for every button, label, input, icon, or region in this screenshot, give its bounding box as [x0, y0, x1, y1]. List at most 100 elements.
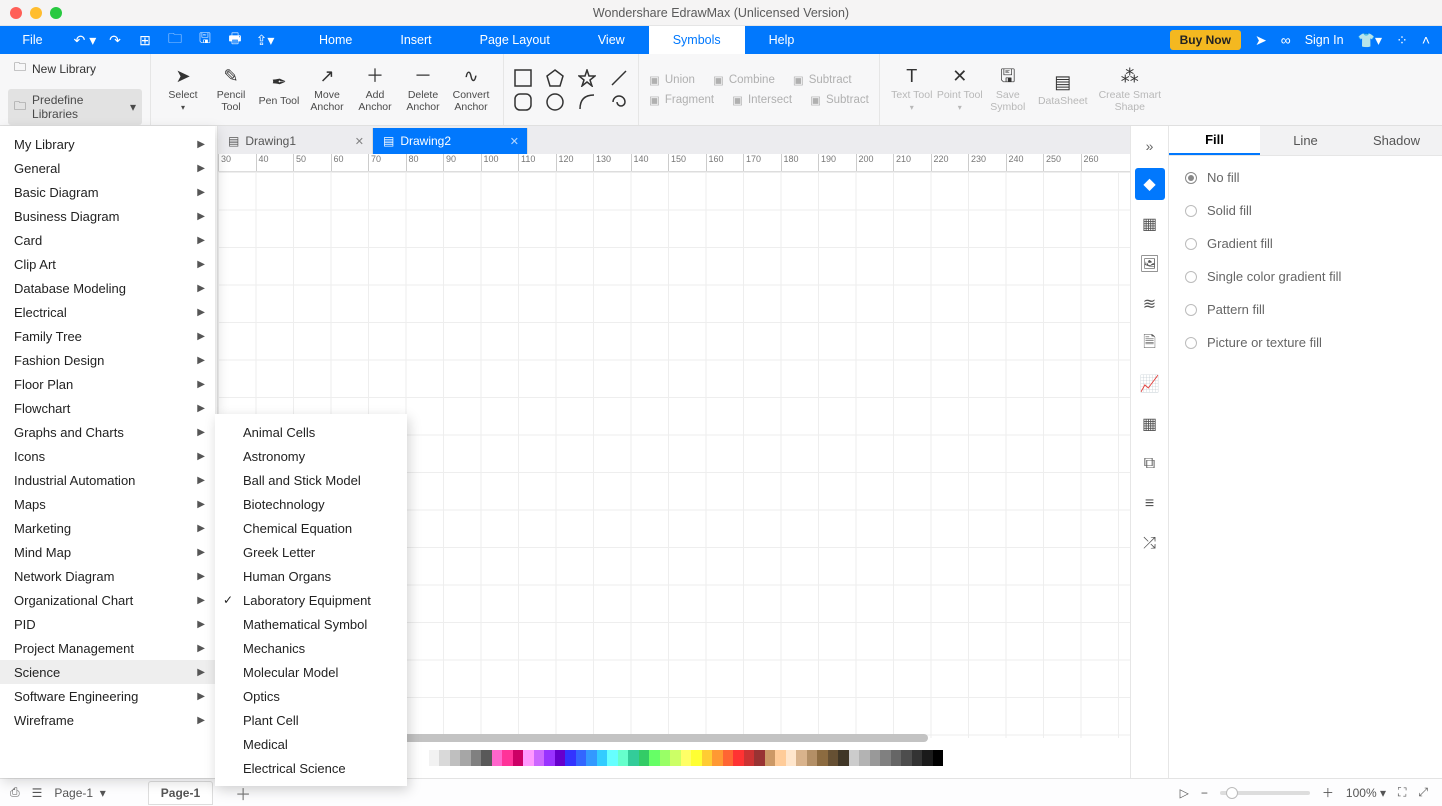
organization-tab-icon[interactable]: ⧉	[1135, 448, 1165, 480]
tab-page-layout[interactable]: Page Layout	[456, 26, 574, 54]
page-width-icon[interactable]: ⎙	[10, 785, 20, 800]
prop-tab-shadow[interactable]: Shadow	[1351, 126, 1442, 155]
prop-tab-line[interactable]: Line	[1260, 126, 1351, 155]
color-swatch[interactable]	[492, 750, 503, 766]
fullscreen-icon[interactable]: ⤢	[1418, 785, 1428, 800]
library-menu-item[interactable]: Science▶	[0, 660, 215, 684]
spiral-shape-icon[interactable]	[610, 93, 628, 111]
color-swatch[interactable]	[471, 750, 482, 766]
send-icon[interactable]: ➤	[1255, 32, 1267, 49]
close-tab-icon[interactable]: ✕	[510, 135, 519, 148]
tab-insert[interactable]: Insert	[376, 26, 455, 54]
library-menu-item[interactable]: PID▶	[0, 612, 215, 636]
library-menu-item[interactable]: Organizational Chart▶	[0, 588, 215, 612]
page-tab[interactable]: Page-1	[148, 781, 213, 805]
library-menu-item[interactable]: Network Diagram▶	[0, 564, 215, 588]
color-swatch[interactable]	[460, 750, 471, 766]
pen-tool[interactable]: ✒Pen Tool	[255, 58, 303, 121]
fill-style-tab-icon[interactable]: ◆	[1135, 168, 1165, 200]
pentagon-shape-icon[interactable]	[546, 69, 564, 87]
submenu-item[interactable]: Mathematical Symbol	[215, 612, 407, 636]
paragraph-tab-icon[interactable]: ≡	[1135, 488, 1165, 520]
submenu-item[interactable]: Molecular Model	[215, 660, 407, 684]
move-anchor-tool[interactable]: ↗Move Anchor	[303, 58, 351, 121]
submenu-item[interactable]: Greek Letter	[215, 540, 407, 564]
color-swatch[interactable]	[807, 750, 818, 766]
apps-icon[interactable]: ⁘	[1396, 32, 1408, 49]
image-tab-icon[interactable]: 🖼	[1135, 248, 1165, 280]
buy-now-button[interactable]: Buy Now	[1170, 30, 1241, 50]
star-shape-icon[interactable]	[578, 69, 596, 87]
zoom-value[interactable]: 100% ▾	[1346, 786, 1386, 800]
fill-option[interactable]: No fill	[1185, 170, 1426, 185]
color-swatch[interactable]	[513, 750, 524, 766]
submenu-item[interactable]: Chemical Equation	[215, 516, 407, 540]
tab-symbols[interactable]: Symbols	[649, 26, 745, 54]
intersect-button[interactable]: ▣ Intersect	[732, 93, 792, 107]
library-menu-item[interactable]: Mind Map▶	[0, 540, 215, 564]
tab-view[interactable]: View	[574, 26, 649, 54]
tab-home[interactable]: Home	[295, 26, 376, 54]
random-tab-icon[interactable]: ⤮	[1135, 528, 1165, 560]
color-swatch[interactable]	[639, 750, 650, 766]
submenu-item[interactable]: Animal Cells	[215, 420, 407, 444]
submenu-item[interactable]: Plant Cell	[215, 708, 407, 732]
color-swatch[interactable]	[733, 750, 744, 766]
color-swatch[interactable]	[849, 750, 860, 766]
library-menu-item[interactable]: Floor Plan▶	[0, 372, 215, 396]
table-tab-icon[interactable]: ▦	[1135, 408, 1165, 440]
save-symbol-button[interactable]: 🖫Save Symbol	[984, 58, 1032, 121]
color-swatch[interactable]	[922, 750, 933, 766]
color-swatch[interactable]	[523, 750, 534, 766]
prop-tab-fill[interactable]: Fill	[1169, 126, 1260, 155]
color-swatch[interactable]	[618, 750, 629, 766]
circle-shape-icon[interactable]	[546, 93, 564, 111]
color-swatch[interactable]	[817, 750, 828, 766]
library-menu-item[interactable]: Industrial Automation▶	[0, 468, 215, 492]
library-menu-item[interactable]: Electrical▶	[0, 300, 215, 324]
page-selector[interactable]: Page-1 ▾	[54, 786, 105, 800]
print-icon[interactable]: 🖶	[221, 28, 249, 52]
color-swatch[interactable]	[796, 750, 807, 766]
color-swatch[interactable]	[418, 750, 429, 766]
open-icon[interactable]: 🗀	[161, 28, 189, 52]
zoom-in-icon[interactable]: ＋	[1322, 784, 1334, 801]
library-menu-item[interactable]: Software Engineering▶	[0, 684, 215, 708]
zoom-out-icon[interactable]: −	[1201, 786, 1208, 800]
zoom-slider[interactable]	[1220, 791, 1310, 795]
rounded-rect-shape-icon[interactable]	[514, 93, 532, 111]
library-menu-item[interactable]: Database Modeling▶	[0, 276, 215, 300]
fill-option[interactable]: Pattern fill	[1185, 302, 1426, 317]
submenu-item[interactable]: Electrical Science	[215, 756, 407, 780]
scroll-thumb[interactable]	[398, 734, 928, 742]
color-swatch[interactable]	[502, 750, 513, 766]
library-menu-item[interactable]: Basic Diagram▶	[0, 180, 215, 204]
color-swatch[interactable]	[712, 750, 723, 766]
color-swatch[interactable]	[628, 750, 639, 766]
submenu-item[interactable]: ✓Laboratory Equipment	[215, 588, 407, 612]
undo-icon[interactable]: ↶ ▾	[71, 32, 99, 49]
file-menu[interactable]: File	[0, 26, 65, 54]
color-swatch[interactable]	[933, 750, 944, 766]
submenu-item[interactable]: Astronomy	[215, 444, 407, 468]
layers-tab-icon[interactable]: ≋	[1135, 288, 1165, 320]
library-menu-item[interactable]: Maps▶	[0, 492, 215, 516]
color-swatch[interactable]	[723, 750, 734, 766]
redo-icon[interactable]: ↷	[101, 32, 129, 49]
pencil-tool[interactable]: ✎Pencil Tool	[207, 58, 255, 121]
library-menu-item[interactable]: General▶	[0, 156, 215, 180]
color-swatch[interactable]	[544, 750, 555, 766]
color-swatch[interactable]	[439, 750, 450, 766]
create-smart-shape-button[interactable]: ⁂Create Smart Shape	[1094, 58, 1166, 121]
share-icon[interactable]: ∞	[1281, 32, 1291, 48]
color-swatch[interactable]	[786, 750, 797, 766]
save-icon[interactable]: 🖫	[191, 28, 219, 52]
library-menu-item[interactable]: Marketing▶	[0, 516, 215, 540]
library-menu-item[interactable]: Card▶	[0, 228, 215, 252]
union-button[interactable]: ▣ Union	[649, 73, 695, 87]
color-swatch[interactable]	[859, 750, 870, 766]
library-menu-item[interactable]: Business Diagram▶	[0, 204, 215, 228]
submenu-item[interactable]: Biotechnology	[215, 492, 407, 516]
color-swatch[interactable]	[681, 750, 692, 766]
color-swatch[interactable]	[765, 750, 776, 766]
